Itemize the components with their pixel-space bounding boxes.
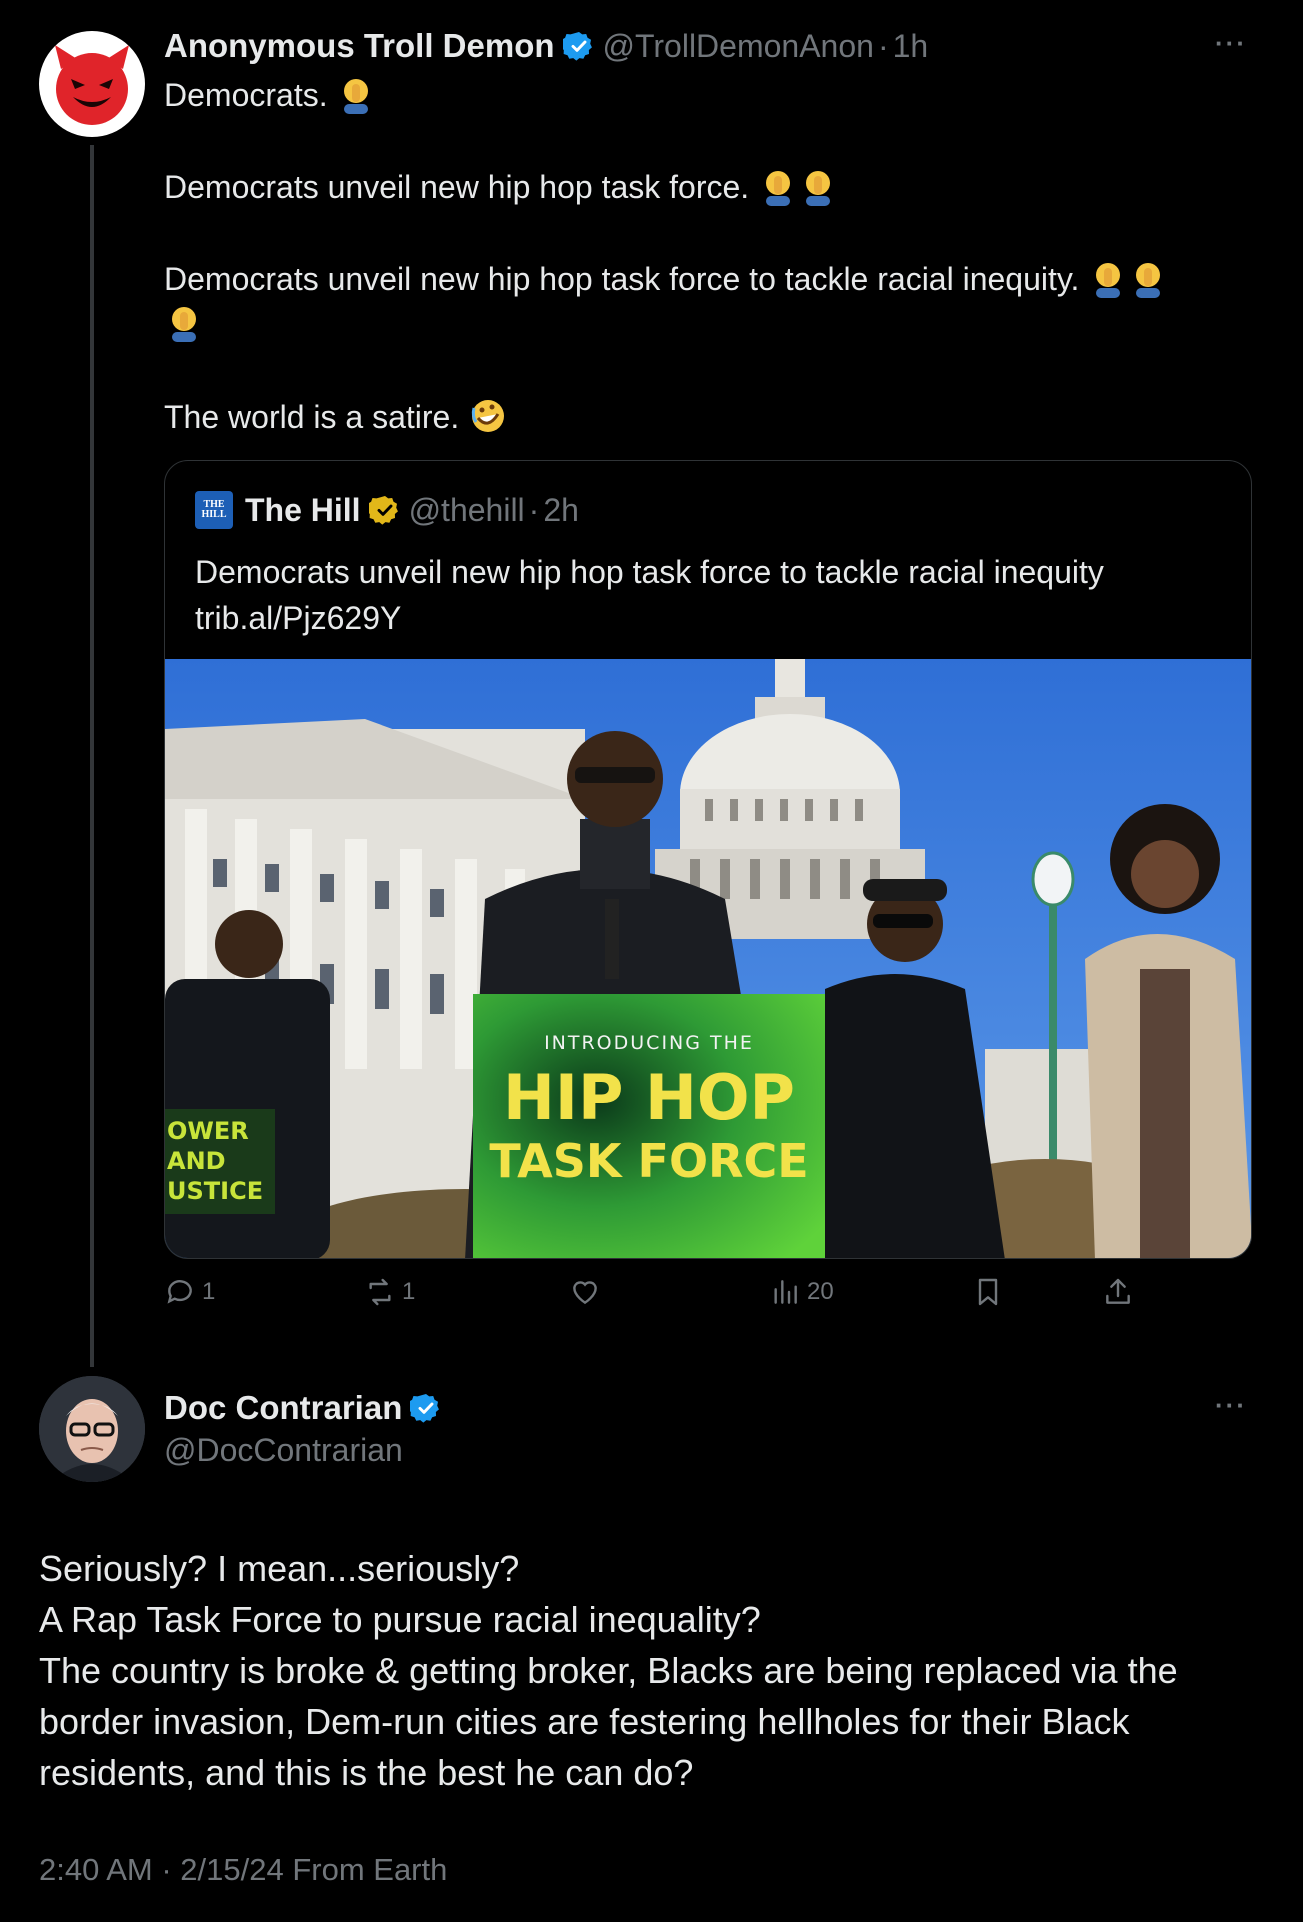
- separator-dot: ·: [877, 27, 889, 64]
- quoted-tweet-time[interactable]: 2h: [543, 492, 579, 529]
- profile-photo: [39, 1376, 145, 1482]
- reply-author-name[interactable]: Doc Contrarian: [164, 1389, 402, 1427]
- author-handle[interactable]: @TrollDemonAnon: [603, 28, 874, 65]
- quoted-tweet-card[interactable]: THE HILL The Hill @thehill · 2h Democrat…: [164, 460, 1252, 1259]
- sign-text: OWER: [167, 1117, 249, 1145]
- separator-dot: ·: [528, 491, 540, 528]
- tweet-header: Anonymous Troll Demon @TrollDemonAnon · …: [164, 24, 928, 68]
- avatar[interactable]: [39, 31, 145, 137]
- reply-author-handle[interactable]: @DocContrarian: [164, 1432, 403, 1469]
- verified-gold-badge-icon[interactable]: [368, 494, 401, 526]
- man-facepalming-emoji-icon: [1096, 263, 1121, 298]
- share-icon: [1106, 1278, 1130, 1304]
- man-facepalming-emoji-icon: [1136, 263, 1161, 298]
- more-options-button[interactable]: ···: [1215, 1390, 1247, 1421]
- reply-author-row: Doc Contrarian: [164, 1385, 450, 1431]
- reply-text-line: A Rap Task Force to pursue racial inequa…: [39, 1599, 761, 1640]
- views-button[interactable]: 20: [769, 1276, 834, 1308]
- repost-icon: [369, 1278, 391, 1306]
- podium-main-text: HIP HOP: [503, 1061, 795, 1134]
- tweet-line: Democrats.: [164, 72, 376, 118]
- quoted-author-name[interactable]: The Hill: [245, 492, 361, 529]
- man-facepalming-emoji-icon: [172, 307, 196, 342]
- bookmark-button[interactable]: [972, 1276, 1010, 1308]
- man-facepalming-emoji-icon: [766, 171, 791, 206]
- thread-line: [90, 145, 94, 1367]
- repost-count: 1: [402, 1278, 416, 1305]
- action-bar: 1 1 20: [164, 1276, 1264, 1320]
- tweet-text: Democrats unveil new hip hop task force.: [164, 169, 750, 205]
- tweet-line: [164, 300, 204, 346]
- reply-body: Seriously? I mean...seriously? A Rap Tas…: [39, 1543, 1178, 1798]
- sign-text: USTICE: [167, 1177, 263, 1205]
- repost-button[interactable]: 1: [364, 1276, 415, 1308]
- tweet-line: The world is a satire.: [164, 394, 508, 440]
- quoted-text-line: Democrats unveil new hip hop task force …: [195, 554, 1104, 590]
- tweet-text: Democrats unveil new hip hop task force …: [164, 261, 1080, 297]
- quoted-link[interactable]: trib.al/Pjz629Y: [195, 595, 1104, 641]
- author-name[interactable]: Anonymous Troll Demon: [164, 27, 555, 65]
- reply-handle-row: @DocContrarian: [164, 1428, 403, 1472]
- press-conference-photo[interactable]: OWER AND USTICE INTRODUCING THE HIP HOP …: [165, 659, 1252, 1259]
- more-options-button[interactable]: ···: [1215, 28, 1247, 59]
- man-facepalming-emoji-icon: [344, 79, 369, 114]
- podium-main-text: TASK FORCE: [489, 1134, 808, 1188]
- tweet-text: The world is a satire.: [164, 399, 460, 435]
- reply-text-line: Seriously? I mean...seriously?: [39, 1548, 520, 1589]
- reply-text-line: residents, and this is the best he can d…: [39, 1752, 694, 1793]
- reply-timestamp[interactable]: 2:40 AM · 2/15/24 From Earth: [39, 1852, 447, 1888]
- tweet-line: Democrats unveil new hip hop task force …: [164, 256, 1168, 302]
- reply-button[interactable]: 1: [164, 1276, 215, 1308]
- quoted-tweet-header: THE HILL The Hill @thehill · 2h: [195, 491, 579, 529]
- reply-text-line: The country is broke & getting broker, B…: [39, 1650, 1178, 1691]
- logo-text-bottom: HILL: [201, 509, 227, 520]
- share-button[interactable]: [1102, 1276, 1140, 1308]
- sign-text: AND: [167, 1147, 226, 1175]
- tweet-line: Democrats unveil new hip hop task force.: [164, 164, 838, 210]
- heart-icon: [573, 1281, 597, 1305]
- rolling-on-floor-laughing-emoji-icon: [471, 400, 505, 432]
- tweet-text: Democrats.: [164, 77, 328, 113]
- quoted-tweet-text: Democrats unveil new hip hop task force …: [195, 549, 1104, 641]
- avatar[interactable]: [39, 1376, 145, 1482]
- bookmark-icon: [978, 1278, 998, 1306]
- reply-text-line: border invasion, Dem-run cities are fest…: [39, 1701, 1130, 1742]
- views-count: 20: [807, 1278, 834, 1305]
- views-chart-icon: [774, 1280, 797, 1304]
- quoted-author-handle[interactable]: @thehill: [409, 492, 525, 529]
- man-facepalming-emoji-icon: [806, 171, 831, 206]
- reply-count: 1: [202, 1278, 216, 1305]
- smiling-devil-icon: [55, 45, 129, 125]
- tweet-time[interactable]: 1h: [893, 28, 929, 65]
- verified-badge-icon[interactable]: [562, 30, 595, 62]
- reply-icon: [167, 1280, 192, 1304]
- verified-badge-icon[interactable]: [410, 1392, 442, 1424]
- like-button[interactable]: [569, 1276, 607, 1308]
- podium-top-text: INTRODUCING THE: [544, 1032, 754, 1054]
- the-hill-logo: THE HILL: [195, 491, 233, 529]
